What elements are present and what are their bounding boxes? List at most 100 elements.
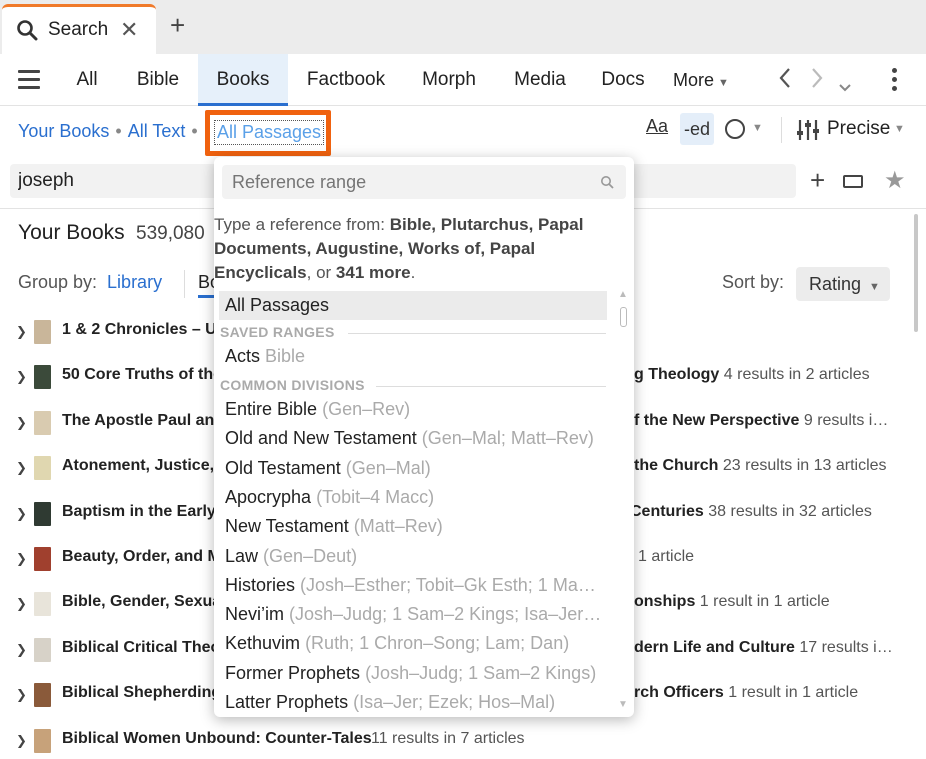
scroll-up-icon[interactable]: ▲ xyxy=(618,289,628,300)
division-item[interactable]: Nevi’im (Josh–Judg; 1 Sam–2 Kings; Isa–J… xyxy=(219,600,607,629)
close-icon[interactable]: ✕ xyxy=(120,17,138,43)
division-item[interactable]: Former Prophets (Josh–Judg; 1 Sam–2 King… xyxy=(219,659,607,688)
result-count: 11 results in 7 articles xyxy=(371,729,525,747)
tab-morph[interactable]: Morph xyxy=(412,54,486,106)
chevron-right-icon[interactable]: ❯ xyxy=(16,369,27,385)
tab-bible[interactable]: Bible xyxy=(126,54,190,106)
book-title[interactable]: Beauty, Order, and M xyxy=(62,548,221,566)
sliders-icon[interactable] xyxy=(796,118,820,147)
case-sensitive-toggle[interactable]: Aa xyxy=(646,116,668,137)
group-by-library[interactable]: Library xyxy=(107,272,162,292)
section-label: SAVED RANGES xyxy=(220,324,335,340)
saved-range-item[interactable]: Acts Bible xyxy=(219,342,607,371)
book-title[interactable]: The Apostle Paul and xyxy=(62,412,224,430)
overflow-menu-icon[interactable] xyxy=(892,68,900,95)
tab-docs[interactable]: Docs xyxy=(594,54,652,106)
section-label: COMMON DIVISIONS xyxy=(220,377,365,393)
chevron-right-icon[interactable]: ❯ xyxy=(16,551,27,567)
book-title-tail: rch Officers xyxy=(634,684,724,702)
result-count: 23 results in 13 articles xyxy=(718,457,887,475)
chevron-right-icon[interactable]: ❯ xyxy=(16,687,27,703)
chevron-right-icon[interactable]: ❯ xyxy=(16,733,27,749)
forward-arrow-icon[interactable] xyxy=(810,66,824,97)
result-summary: rch Officers 1 result in 1 article xyxy=(634,684,858,702)
reference-range-input[interactable] xyxy=(222,165,626,199)
book-cover xyxy=(34,320,51,344)
match-options-icon[interactable] xyxy=(725,119,745,139)
range-detail: (Josh–Judg; 1 Sam–2 Kings; Isa–Jer… xyxy=(289,604,602,625)
result-summary: dern Life and Culture 17 results i… xyxy=(634,639,893,657)
scope-all-passages[interactable]: All Passages xyxy=(214,120,325,145)
scroll-down-icon[interactable]: ▼ xyxy=(618,699,628,710)
history-dropdown-icon[interactable] xyxy=(838,72,852,100)
division-item[interactable]: Old and New Testament (Gen–Mal; Matt–Rev… xyxy=(219,424,607,453)
result-summary: 1 article xyxy=(638,548,694,566)
results-count: 539,080 xyxy=(136,223,205,244)
book-title[interactable]: Biblical Shepherding xyxy=(62,684,221,702)
add-term-icon[interactable]: + xyxy=(810,166,825,194)
sort-value: Rating xyxy=(809,274,862,294)
sort-dropdown[interactable]: Rating ▼ xyxy=(796,267,890,301)
division-item[interactable]: Apocrypha (Tobit–4 Macc) xyxy=(219,483,607,512)
result-summary: onships 1 result in 1 article xyxy=(634,593,830,611)
tab-label: Search xyxy=(48,19,109,40)
result-count: 1 result in 1 article xyxy=(695,593,830,611)
stemming-toggle[interactable]: -ed xyxy=(680,113,714,145)
tab-factbook[interactable]: Factbook xyxy=(298,54,394,106)
chevron-right-icon[interactable]: ❯ xyxy=(16,460,27,476)
book-title-tail: g Theology xyxy=(634,366,720,384)
range-detail: (Tobit–4 Macc) xyxy=(316,486,435,507)
scope-your-books[interactable]: Your Books xyxy=(18,121,109,141)
division-item[interactable]: Kethuvim (Ruth; 1 Chron–Song; Lam; Dan) xyxy=(219,629,607,658)
division-item[interactable]: Old Testament (Gen–Mal) xyxy=(219,454,607,483)
back-arrow-icon[interactable] xyxy=(778,66,792,97)
scope-all-text[interactable]: All Text xyxy=(128,121,186,141)
group-by: Group by: Library xyxy=(18,272,162,293)
chevron-right-icon[interactable]: ❯ xyxy=(16,506,27,522)
range-name: New Testament xyxy=(225,516,349,537)
new-tab-button[interactable]: + xyxy=(170,12,185,38)
book-title[interactable]: Atonement, Justice, xyxy=(62,457,214,475)
book-cover xyxy=(34,501,51,526)
range-detail: (Josh–Judg; 1 Sam–2 Kings) xyxy=(365,662,597,683)
book-title[interactable]: 1 & 2 Chronicles – UE xyxy=(62,321,227,339)
division-item[interactable]: New Testament (Matt–Rev) xyxy=(219,512,607,541)
tab-all[interactable]: All xyxy=(64,54,110,106)
results-scrollbar[interactable] xyxy=(914,214,918,332)
result-summary: the Church 23 results in 13 articles xyxy=(634,457,887,475)
book-title[interactable]: Baptism in the Early xyxy=(62,503,216,521)
range-detail: (Ruth; 1 Chron–Song; Lam; Dan) xyxy=(305,633,570,654)
star-icon[interactable]: ★ xyxy=(884,166,906,195)
more-menu[interactable]: More ▼ xyxy=(673,54,729,109)
tab-strip: Search ✕ + xyxy=(0,0,926,54)
search-mode-label[interactable]: Precise xyxy=(827,118,890,140)
chevron-right-icon[interactable]: ❯ xyxy=(16,642,27,658)
book-title[interactable]: 50 Core Truths of the xyxy=(62,366,222,384)
chevron-right-icon[interactable]: ❯ xyxy=(16,324,27,340)
range-name: Kethuvim xyxy=(225,633,301,654)
division-item[interactable]: Entire Bible (Gen–Rev) xyxy=(219,395,607,424)
reference-range-dropdown: Type a reference from: Bible, Plutarchus… xyxy=(214,157,634,717)
range-name: Acts xyxy=(225,346,261,366)
chevron-down-icon[interactable]: ▼ xyxy=(894,123,905,135)
tab-search[interactable]: Search ✕ xyxy=(2,4,156,54)
chevron-right-icon[interactable]: ❯ xyxy=(16,596,27,612)
menu-icon[interactable] xyxy=(18,70,40,94)
book-title[interactable]: Biblical Critical Theo xyxy=(62,639,220,657)
chevron-down-icon[interactable]: ▼ xyxy=(752,122,763,134)
keyboard-icon[interactable] xyxy=(843,175,863,188)
division-item[interactable]: Law (Gen–Deut) xyxy=(219,542,607,571)
result-count: 9 results i… xyxy=(799,411,889,429)
results-title: Your Books xyxy=(18,221,125,244)
range-all-passages[interactable]: All Passages xyxy=(219,291,607,320)
book-title[interactable]: Bible, Gender, Sexua xyxy=(62,593,221,611)
division-item[interactable]: Histories (Josh–Esther; Tobit–Gk Esth; 1… xyxy=(219,571,607,600)
chevron-right-icon[interactable]: ❯ xyxy=(16,415,27,431)
tab-media[interactable]: Media xyxy=(506,54,574,106)
book-title[interactable]: Biblical Women Unbound: Counter-Tales xyxy=(62,730,372,748)
chevron-down-icon: ▼ xyxy=(718,77,729,89)
dropdown-scrollbar[interactable] xyxy=(620,307,627,327)
table-row[interactable]: ❯ Biblical Women Unbound: Counter-Tales 11… xyxy=(0,728,910,759)
tab-books[interactable]: Books xyxy=(198,54,288,106)
division-item[interactable]: Latter Prophets (Isa–Jer; Ezek; Hos–Mal) xyxy=(219,688,607,715)
